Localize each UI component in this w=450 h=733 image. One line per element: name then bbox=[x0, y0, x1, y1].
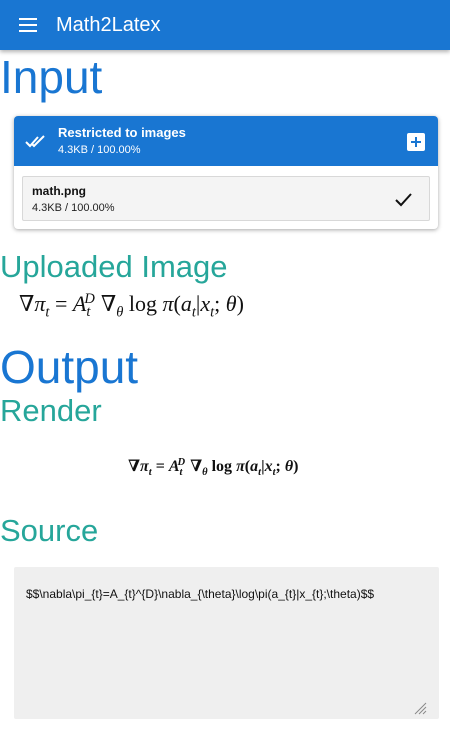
file-name: math.png bbox=[32, 184, 86, 198]
resize-grip-icon[interactable] bbox=[413, 701, 427, 715]
menu-icon bbox=[19, 18, 37, 32]
input-heading: Input bbox=[0, 51, 103, 103]
total-progress: 4.3KB / 100.00% bbox=[58, 143, 141, 156]
rendered-equation: ∇πt = AtD ∇θ log π(at|xt; θ) bbox=[128, 456, 299, 479]
add-box-icon bbox=[411, 137, 421, 147]
done-all-icon bbox=[14, 132, 58, 150]
output-heading: Output bbox=[0, 341, 139, 393]
app-title: Math2Latex bbox=[56, 13, 161, 36]
file-progress: 4.3KB / 100.00% bbox=[32, 202, 115, 214]
uploaded-equation-image: ∇πt = AtD ∇θ log π(at|xt; θ) bbox=[19, 290, 244, 321]
menu-button[interactable] bbox=[0, 0, 56, 50]
latex-source-textarea[interactable]: $$\nabla\pi_{t}=A_{t}^{D}\nabla_{\theta}… bbox=[14, 567, 439, 719]
check-icon bbox=[395, 193, 412, 207]
uploader-header: Restricted to images 4.3KB / 100.00% bbox=[14, 116, 438, 166]
restriction-label: Restricted to images bbox=[58, 124, 186, 140]
uploader-card: Restricted to images 4.3KB / 100.00% mat… bbox=[14, 116, 438, 229]
uploaded-image-heading: Uploaded Image bbox=[0, 249, 228, 284]
app-bar: Math2Latex bbox=[0, 0, 450, 50]
latex-source-text: $$\nabla\pi_{t}=A_{t}^{D}\nabla_{\theta}… bbox=[26, 587, 375, 601]
source-heading: Source bbox=[0, 513, 99, 548]
add-file-button[interactable] bbox=[407, 133, 425, 151]
render-heading: Render bbox=[0, 393, 102, 428]
file-item[interactable]: math.png 4.3KB / 100.00% bbox=[22, 176, 430, 221]
